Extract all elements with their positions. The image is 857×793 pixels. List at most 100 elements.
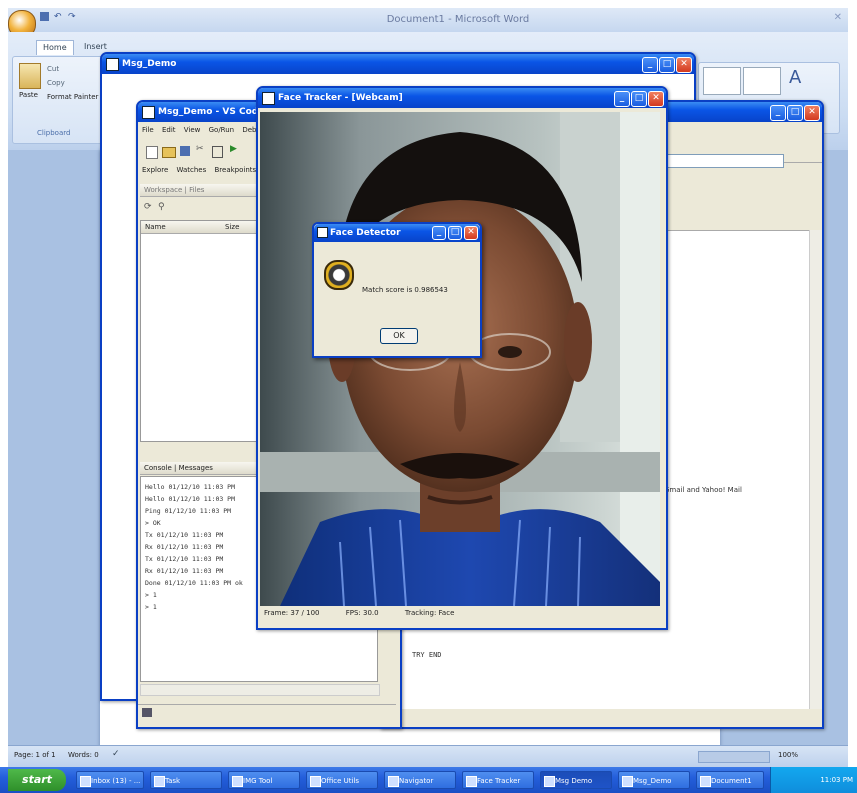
minimize-icon[interactable]: _ xyxy=(614,91,630,107)
close-icon[interactable]: ✕ xyxy=(676,57,692,73)
cut-icon[interactable]: ✂ xyxy=(196,144,204,154)
status-icon xyxy=(142,708,152,717)
format-painter-label[interactable]: Format Painter xyxy=(47,93,98,101)
workspace-toolbar: ⟳ ⚲ xyxy=(142,202,262,218)
word-statusbar: Page: 1 of 1 Words: 0 ✓ 100% xyxy=(8,745,848,768)
output-hscrollbar[interactable] xyxy=(140,684,380,696)
app-icon xyxy=(142,106,155,119)
editor-combo[interactable] xyxy=(662,154,784,168)
save-icon[interactable] xyxy=(40,12,49,21)
word-title-text: Document1 - Microsoft Word xyxy=(386,14,530,25)
taskbar-item-active[interactable]: Msg Demo xyxy=(540,771,612,789)
taskbar-item[interactable]: Navigator xyxy=(384,771,456,789)
webcam-window-titlebar[interactable]: Face Tracker - [Webcam] _ □ ✕ xyxy=(258,88,666,108)
menu-run[interactable]: Go/Run xyxy=(209,126,235,134)
app-icon xyxy=(388,776,399,787)
zoom-level[interactable]: 100% xyxy=(778,751,798,759)
ide-statusbar xyxy=(138,704,396,721)
status-words[interactable]: Words: 0 xyxy=(68,751,99,759)
status-tracking: Tracking: Face xyxy=(404,609,455,617)
maximize-icon[interactable]: □ xyxy=(448,226,462,240)
taskbar-item-label: Navigator xyxy=(399,777,434,785)
tree-col-name[interactable]: Name xyxy=(145,223,166,231)
app-icon xyxy=(622,776,633,787)
spelling-icon[interactable]: ✓ xyxy=(112,749,120,759)
open-folder-icon[interactable] xyxy=(162,147,176,158)
toolbar-breakpoints[interactable]: Breakpoints xyxy=(215,166,257,174)
word-close-icon[interactable]: ✕ xyxy=(834,12,842,23)
start-label: start xyxy=(22,773,52,786)
quick-access-toolbar: ↶ ↷ xyxy=(40,12,100,24)
status-frame: Frame: 37 / 100 xyxy=(264,609,320,617)
taskbar-item[interactable]: Document1 xyxy=(696,771,764,789)
copy-label[interactable]: Copy xyxy=(47,79,65,87)
style-heading-swatch[interactable] xyxy=(743,67,781,95)
change-styles-icon[interactable]: A xyxy=(789,67,801,88)
app-icon xyxy=(80,776,91,787)
webcam-statusbar: Frame: 37 / 100 FPS: 30.0 Tracking: Face xyxy=(260,606,660,620)
maximize-icon[interactable]: □ xyxy=(631,91,647,107)
cut-label[interactable]: Cut xyxy=(47,65,59,73)
clipboard-group-label: Clipboard xyxy=(37,129,71,137)
webcam-window: Face Tracker - [Webcam] _ □ ✕ Frame: 37 … xyxy=(256,86,668,630)
taskbar-item[interactable]: Inbox (13) - ... xyxy=(76,771,144,789)
info-icon xyxy=(324,260,354,290)
maximize-icon[interactable]: □ xyxy=(659,57,675,73)
taskbar-item[interactable]: Msg_Demo xyxy=(618,771,690,789)
menu-edit[interactable]: Edit xyxy=(162,126,176,134)
copy-icon[interactable] xyxy=(212,146,223,158)
editor-vscrollbar[interactable] xyxy=(809,230,822,709)
filter-icon[interactable]: ⚲ xyxy=(158,202,165,212)
paste-icon[interactable] xyxy=(19,63,41,89)
ide-menubar: File Edit View Go/Run Debug xyxy=(142,126,265,134)
close-icon[interactable]: ✕ xyxy=(648,91,664,107)
redo-icon[interactable]: ↷ xyxy=(68,12,76,22)
app-icon xyxy=(544,776,555,787)
message-dialog-title: Face Detector xyxy=(330,228,401,238)
refresh-icon[interactable]: ⟳ xyxy=(144,202,152,212)
ok-button[interactable]: OK xyxy=(380,328,418,344)
close-icon[interactable]: ✕ xyxy=(464,226,478,240)
style-normal-swatch[interactable] xyxy=(703,67,741,95)
tab-insert-label: Insert xyxy=(84,42,107,51)
taskbar-item[interactable]: Face Tracker xyxy=(462,771,534,789)
undo-icon[interactable]: ↶ xyxy=(54,12,62,22)
output-panel-header: Console | Messages xyxy=(140,462,268,475)
message-dialog: Face Detector _ □ ✕ Match score is 0.986… xyxy=(312,222,482,358)
close-icon[interactable]: ✕ xyxy=(804,105,820,121)
minimize-icon[interactable]: _ xyxy=(642,57,658,73)
toolbar-explore[interactable]: Explore xyxy=(142,166,168,174)
taskbar-item-label: Document1 xyxy=(711,777,752,785)
menu-file[interactable]: File xyxy=(142,126,154,134)
taskbar-item[interactable]: IMG Tool xyxy=(228,771,300,789)
taskbar-item-label: Face Tracker xyxy=(477,777,521,785)
view-buttons[interactable] xyxy=(698,751,770,763)
app-icon xyxy=(154,776,165,787)
paste-label[interactable]: Paste xyxy=(19,91,38,99)
tray-clock[interactable]: 11:03 PM xyxy=(820,776,853,784)
message-dialog-titlebar[interactable]: Face Detector _ □ ✕ xyxy=(314,224,480,242)
taskbar-item[interactable]: Task xyxy=(150,771,222,789)
webcam-frame-image xyxy=(260,112,660,606)
status-page[interactable]: Page: 1 of 1 xyxy=(14,751,56,759)
toolbar-watches[interactable]: Watches xyxy=(177,166,207,174)
maximize-icon[interactable]: □ xyxy=(787,105,803,121)
webcam-video-feed xyxy=(260,112,660,606)
minimize-icon[interactable]: _ xyxy=(770,105,786,121)
new-file-icon[interactable] xyxy=(146,146,158,159)
workspace-panel-header: Workspace | Files xyxy=(140,184,262,197)
back-window-titlebar[interactable]: Msg_Demo _ □ ✕ xyxy=(102,54,694,74)
taskbar-item[interactable]: Office Utils xyxy=(306,771,378,789)
taskbar-item-label: IMG Tool xyxy=(243,777,273,785)
tree-col-size[interactable]: Size xyxy=(225,221,239,233)
workspace-tree[interactable]: Name Size xyxy=(140,220,266,442)
tab-home[interactable]: Home xyxy=(36,40,74,55)
save-icon[interactable] xyxy=(180,146,190,156)
minimize-icon[interactable]: _ xyxy=(432,226,446,240)
app-icon xyxy=(106,58,119,71)
status-fps: FPS: 30.0 xyxy=(345,609,379,617)
menu-view[interactable]: View xyxy=(184,126,201,134)
taskbar-item-label: Inbox (13) - ... xyxy=(91,777,141,785)
run-icon[interactable]: ▶ xyxy=(230,144,237,154)
start-button[interactable]: start xyxy=(8,769,66,791)
